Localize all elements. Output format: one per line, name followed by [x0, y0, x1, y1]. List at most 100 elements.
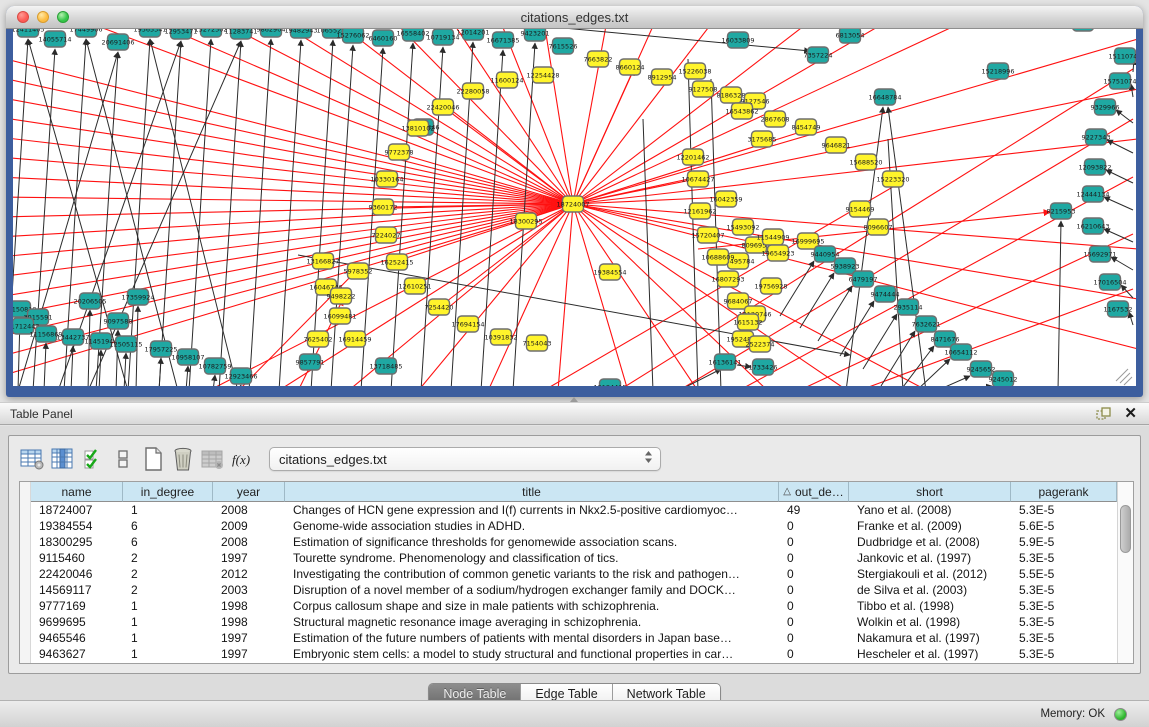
graph-node-label: 12014201 [456, 29, 489, 37]
table-row[interactable]: 2242004622012Investigating the contribut… [31, 566, 1117, 582]
table-row[interactable]: 969969511998Structural magnetic resonanc… [31, 614, 1117, 630]
graph-node-label: 9646821 [822, 142, 851, 150]
graph-edge [498, 29, 573, 204]
row-list-icon[interactable] [109, 446, 136, 472]
graph-edge [239, 385, 241, 386]
graph-node-label: 9245652 [967, 366, 996, 374]
close-panel-icon[interactable]: ✕ [1124, 407, 1137, 421]
table-cell: Hescheler et al. (1997) [849, 646, 1011, 662]
table-row[interactable]: 911546021997Tourette syndrome. Phenomeno… [31, 550, 1117, 566]
graph-node-label: 6813054 [836, 32, 865, 40]
delete-table-icon-disabled[interactable] [199, 446, 226, 472]
graph-edge [418, 204, 573, 386]
graph-node-label: 12411405 [13, 29, 45, 34]
column-header[interactable]: in_degree [123, 482, 213, 502]
table-cell: 6 [123, 518, 213, 534]
table-row[interactable]: 1938455462009Genome-wide association stu… [31, 518, 1117, 534]
table-select-dropdown[interactable]: citations_edges.txt [269, 447, 661, 471]
graph-node-label: 15751074 [1103, 78, 1136, 86]
trash-icon[interactable] [169, 446, 196, 472]
float-panel-icon[interactable] [1096, 407, 1111, 420]
table-cell: Nakamura et al. (1997) [849, 630, 1011, 646]
column-header-label: year [237, 485, 260, 499]
column-select-icon[interactable] [49, 446, 76, 472]
column-header[interactable]: △out_de… [779, 482, 849, 502]
table-row[interactable]: 1456911722003Disruption of a novel membe… [31, 582, 1117, 598]
table-cell: 1997 [213, 630, 285, 646]
graph-edge [1111, 257, 1133, 270]
graph-edge [159, 358, 161, 386]
graph-edge [1116, 110, 1133, 123]
table-cell: 18724007 [31, 502, 123, 518]
graph-node-label: 19654923 [761, 250, 794, 258]
table-cell: Disruption of a novel member of a sodium… [285, 582, 779, 598]
column-header[interactable]: year [213, 482, 285, 502]
table-cell: 9463627 [31, 646, 123, 662]
graph-node-label: 19756928 [754, 283, 787, 291]
graph-node-label: 16210643 [1076, 223, 1109, 231]
table-cell: Yano et al. (2008) [849, 502, 1011, 518]
graph-node-label: 13810102 [401, 125, 434, 133]
graph-node-label: 11600124 [490, 77, 523, 85]
graph-node-label: 19565341 [133, 29, 166, 34]
table-cell: 0 [779, 550, 849, 566]
table-panel-title: Table Panel [10, 407, 73, 421]
graph-edge [863, 314, 897, 369]
table-settings-icon[interactable] [19, 446, 46, 472]
table-cell: Embryonic stem cells: a model to study s… [285, 646, 779, 662]
graph-edge [573, 89, 1136, 204]
graph-node-label: 3175685 [748, 136, 777, 144]
graph-edge [573, 139, 1136, 204]
column-header[interactable]: title [285, 482, 779, 502]
graph-node-label: 12953471 [164, 29, 197, 36]
table-cell: 1997 [213, 550, 285, 566]
graph-node-label: 16807293 [711, 276, 744, 284]
window-title: citations_edges.txt [6, 10, 1143, 25]
graph-edge [13, 97, 573, 204]
column-header[interactable]: short [849, 482, 1011, 502]
graph-node-label: 7154043 [523, 340, 552, 348]
scrollbar-thumb[interactable] [1120, 505, 1131, 553]
graph-node-label: 8215953 [1047, 208, 1076, 216]
table-cell: 5.3E-5 [1011, 550, 1117, 566]
graph-node-label: 14055714 [38, 36, 71, 44]
table-cell: 5.9E-5 [1011, 534, 1117, 550]
table-cell: Stergiakouli et al. (2012) [849, 566, 1011, 582]
network-window: citations_edges.txt 12411405140557141744… [6, 6, 1143, 397]
graph-edge [936, 376, 970, 386]
window-titlebar: citations_edges.txt [6, 6, 1143, 29]
column-header-label: name [61, 485, 91, 499]
table-row[interactable]: 977716911998Corpus callosum shape and si… [31, 598, 1117, 614]
graph-edge [388, 29, 573, 204]
table-row[interactable]: 946554611997Estimation of the future num… [31, 630, 1117, 646]
column-header[interactable]: name [31, 482, 123, 502]
table-cell: 0 [779, 534, 849, 550]
table-row[interactable]: 946362711997Embryonic stem cells: a mode… [31, 646, 1117, 662]
column-header[interactable]: pagerank [1011, 482, 1117, 502]
select-checks-icon[interactable] [79, 446, 106, 472]
new-document-icon[interactable] [139, 446, 166, 472]
canvas-resize-grip[interactable] [1116, 369, 1132, 385]
graph-edge [138, 29, 573, 204]
graph-node-label: 8096607 [864, 224, 893, 232]
graph-node-label: 15110744 [1108, 53, 1136, 61]
graph-node-label: 10958107 [171, 354, 204, 362]
graph-node-label: 15226038 [678, 68, 711, 76]
graph-node[interactable] [1073, 29, 1094, 31]
network-canvas[interactable]: 1241140514055714174499062069140619565341… [13, 29, 1136, 386]
table-scrollbar[interactable] [1117, 482, 1133, 663]
graph-edge [99, 350, 101, 386]
table-cell: 1998 [213, 614, 285, 630]
graph-node-label: 9154469 [846, 206, 875, 214]
node-table[interactable]: name in_degree year title△out_de…shortpager… [19, 481, 1134, 664]
function-builder-icon[interactable]: f(x) [229, 446, 256, 472]
table-row[interactable]: 1872400712008Changes of HCN gene express… [31, 502, 1117, 518]
graph-node-label: 2522374 [746, 341, 775, 349]
table-row[interactable]: 1830029562008Estimation of significance … [31, 534, 1117, 550]
citation-network-graph[interactable]: 1241140514055714174499062069140619565341… [13, 29, 1136, 386]
graph-node-label: 12444134 [1076, 191, 1109, 199]
table-cell: 1 [123, 646, 213, 662]
graph-node-label: 17016504 [1093, 279, 1126, 287]
graph-node-label: 10330164 [370, 176, 403, 184]
graph-edge [1107, 140, 1133, 153]
